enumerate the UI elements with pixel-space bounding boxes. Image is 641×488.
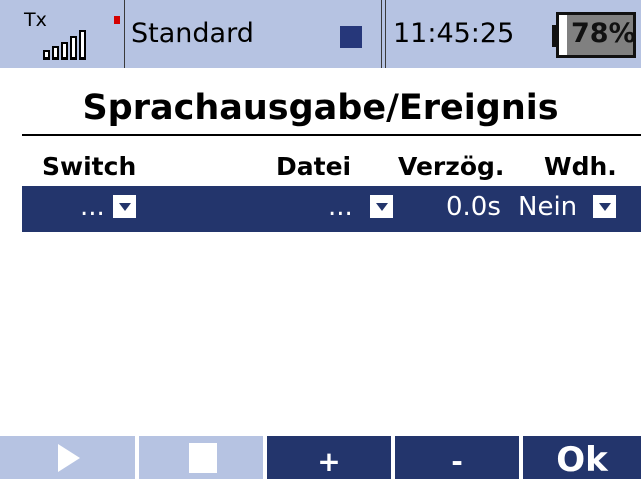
delay-value[interactable]: 0.0s [446,191,501,223]
column-header-delay: Verzög. [398,152,505,181]
column-header-file: Datei [276,152,352,181]
battery-percent: 78% [571,18,636,49]
play-icon [58,444,80,472]
remove-button[interactable]: - [395,436,519,479]
page-title: Sprachausgabe/Ereignis [82,88,559,128]
divider [385,0,386,68]
model-color-icon [340,26,362,48]
signal-bars-icon [40,26,120,60]
model-name: Standard [131,18,254,49]
status-bar: Tx Standard 11:45:25 78% [0,0,641,68]
column-header-repeat: Wdh. [544,152,617,181]
divider [381,0,382,68]
file-value[interactable]: ... [328,191,353,223]
table-row[interactable]: ... ... 0.0s Nein [22,186,641,232]
remove-label: - [451,445,463,478]
add-button[interactable]: + [267,436,391,479]
stop-button[interactable] [139,436,263,479]
switch-value[interactable]: ... [80,191,105,223]
stop-icon [189,443,217,473]
file-dropdown-icon[interactable] [370,195,393,218]
column-header-switch: Switch [42,152,137,181]
switch-dropdown-icon[interactable] [113,195,136,218]
repeat-value[interactable]: Nein [518,191,577,223]
clock: 11:45:25 [393,18,515,49]
bottom-toolbar: + - Ok [0,436,641,480]
repeat-dropdown-icon[interactable] [593,195,616,218]
ok-button[interactable]: Ok [523,436,641,480]
add-label: + [317,445,341,478]
alert-indicator-icon [114,16,120,24]
model-selector[interactable]: Standard [125,0,381,68]
transmitter-signal[interactable]: Tx [0,0,124,68]
play-button[interactable] [0,436,135,479]
ok-label: Ok [556,440,608,480]
title-divider [22,134,641,136]
